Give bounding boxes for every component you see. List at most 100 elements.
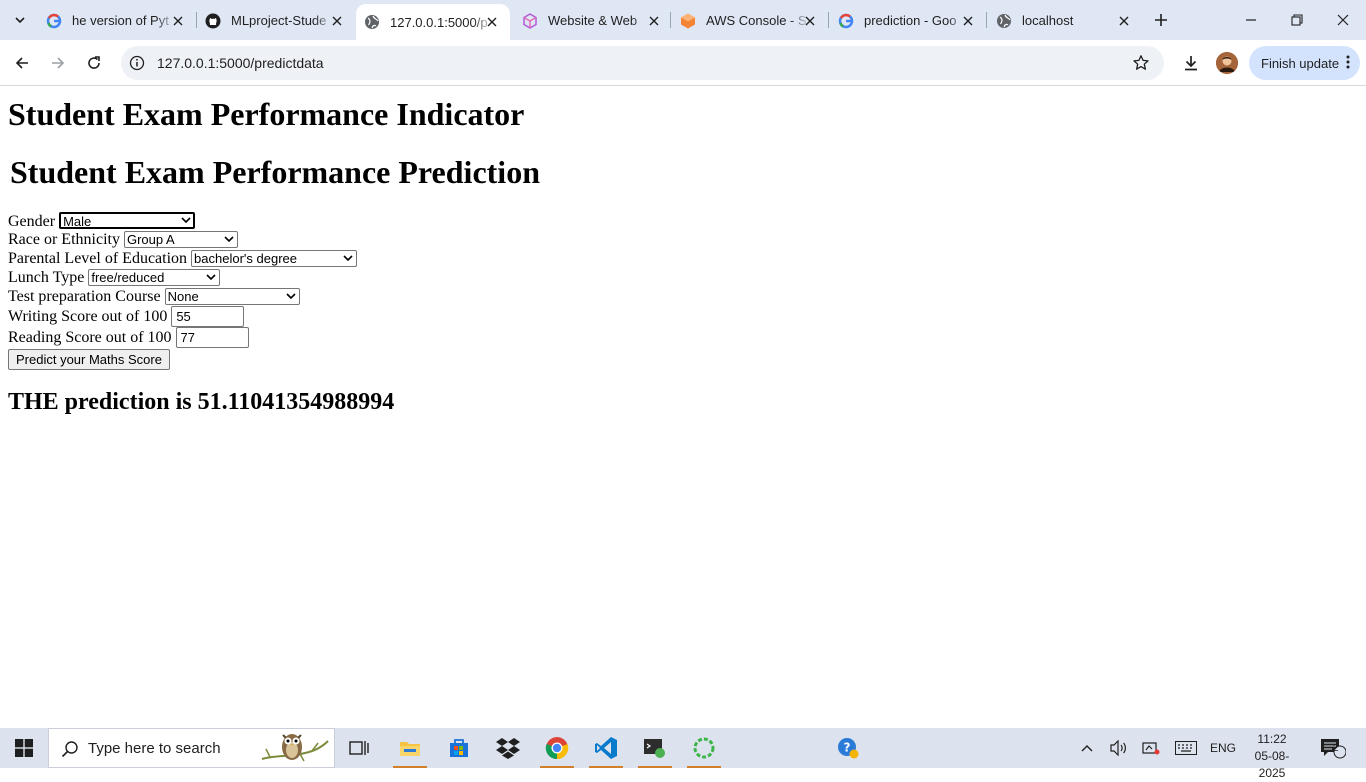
tab-title: he version of Pyt — [72, 13, 169, 28]
page-content: Student Exam Performance Indicator Stude… — [0, 87, 1366, 728]
tab-google-python[interactable]: he version of Pyt — [38, 5, 196, 36]
lunch-select[interactable]: free/reduced — [88, 269, 221, 286]
windows-taskbar: Type here to search ? ENG 11:22 05-08-20… — [0, 728, 1366, 780]
owl-illustration-icon — [261, 734, 329, 762]
reading-score-input[interactable] — [175, 327, 249, 348]
bookmark-star-icon[interactable] — [1132, 54, 1150, 72]
predict-button[interactable]: Predict your Maths Score — [8, 349, 170, 370]
minimize-button[interactable] — [1228, 0, 1274, 40]
show-hidden-icons-button[interactable] — [1076, 728, 1098, 768]
vscode-app[interactable] — [583, 728, 629, 768]
chrome-icon — [545, 737, 569, 760]
restore-button[interactable] — [1274, 0, 1320, 40]
github-icon — [205, 13, 221, 29]
tab-title: localhost — [1022, 13, 1074, 28]
language-indicator[interactable]: ENG — [1207, 728, 1239, 768]
ethnicity-select-wrap: Group A — [123, 231, 238, 249]
avatar[interactable] — [1216, 52, 1238, 74]
tab-title: AWS Console - S — [706, 13, 807, 28]
task-view-button[interactable] — [336, 728, 382, 768]
new-tab-button[interactable] — [1149, 8, 1173, 32]
back-button[interactable] — [8, 49, 36, 77]
close-icon — [1337, 14, 1349, 26]
search-icon — [61, 741, 78, 758]
task-view-icon — [349, 741, 369, 755]
reading-score-label: Reading Score out of 100 — [8, 328, 172, 346]
help-icon: ? — [838, 738, 859, 759]
keyboard-button[interactable] — [1172, 728, 1200, 768]
browser-tab-strip: he version of Pyt MLproject-Stude 127.0.… — [0, 0, 1366, 40]
parental-education-select[interactable]: bachelor's degree — [191, 250, 358, 267]
volume-button[interactable] — [1107, 728, 1131, 768]
speaker-icon — [1110, 740, 1126, 756]
writing-score-row: Writing Score out of 100 — [8, 306, 245, 327]
writing-score-label: Writing Score out of 100 — [8, 307, 168, 325]
help-app[interactable]: ? — [825, 728, 871, 768]
tab-website-web[interactable]: Website & Web — [514, 5, 672, 36]
terminal-app[interactable] — [632, 728, 678, 768]
close-icon[interactable] — [646, 13, 662, 29]
finish-update-button[interactable]: Finish update — [1249, 46, 1360, 80]
tab-predictdata[interactable]: 127.0.0.1:5000/p — [356, 4, 510, 40]
globe-icon — [364, 14, 380, 30]
reading-score-row: Reading Score out of 100 — [8, 327, 249, 348]
chevron-down-icon — [15, 17, 25, 24]
close-icon[interactable] — [170, 13, 186, 29]
microsoft-store-app[interactable] — [436, 728, 482, 768]
search-placeholder: Type here to search — [88, 740, 221, 757]
writing-score-input[interactable] — [171, 306, 245, 327]
downloads-button[interactable] — [1179, 51, 1203, 75]
keyboard-icon — [1175, 741, 1197, 755]
taskbar-search-box[interactable]: Type here to search — [48, 728, 335, 768]
network-button[interactable] — [1139, 728, 1163, 768]
minimize-icon — [1246, 19, 1256, 21]
spinner-app[interactable] — [681, 728, 727, 768]
svg-text:?: ? — [844, 741, 851, 755]
start-button[interactable] — [0, 728, 48, 768]
close-icon[interactable] — [484, 14, 500, 30]
reload-button[interactable] — [80, 49, 108, 77]
tab-search-button[interactable] — [6, 6, 34, 34]
close-icon[interactable] — [329, 13, 345, 29]
tab-aws-console[interactable]: AWS Console - S — [672, 5, 828, 36]
address-bar[interactable]: 127.0.0.1:5000/predictdata — [121, 46, 1164, 80]
tab-title: MLproject-Stude — [231, 13, 327, 28]
tab-title: 127.0.0.1:5000/p — [390, 14, 488, 30]
close-icon[interactable] — [960, 13, 976, 29]
lunch-select-wrap: free/reduced — [88, 269, 221, 287]
tab-github-mlproject[interactable]: MLproject-Stude — [197, 5, 355, 36]
google-icon — [46, 13, 62, 29]
url-text[interactable]: 127.0.0.1:5000/predictdata — [157, 55, 324, 71]
close-icon[interactable] — [802, 13, 818, 29]
chevron-up-icon — [1081, 745, 1093, 752]
notifications-button[interactable]: 2 — [1316, 728, 1350, 768]
gender-select-wrap: Male — [59, 212, 196, 231]
test-prep-row: Test preparation Course None — [8, 288, 300, 306]
ethnicity-select[interactable]: Group A — [123, 231, 238, 248]
forward-button[interactable] — [44, 49, 72, 77]
info-icon[interactable] — [129, 55, 145, 71]
clock[interactable]: 11:22 05-08-2025 — [1243, 731, 1301, 782]
ethnicity-label: Race or Ethnicity — [8, 231, 120, 248]
store-bag-icon — [450, 739, 468, 757]
globe-icon — [996, 13, 1012, 29]
test-prep-select[interactable]: None — [164, 288, 300, 305]
aws-icon — [680, 13, 696, 29]
terminal-icon — [644, 739, 665, 758]
close-icon[interactable] — [1116, 13, 1132, 29]
clock-date: 05-08-2025 — [1254, 749, 1290, 780]
close-window-button[interactable] — [1320, 0, 1366, 40]
notification-count: 2 — [1333, 743, 1339, 754]
tab-google-prediction[interactable]: prediction - Goo — [830, 5, 986, 36]
chrome-app[interactable] — [534, 728, 580, 768]
gender-select[interactable]: Male — [59, 212, 196, 229]
file-explorer-app[interactable] — [387, 728, 433, 768]
parental-education-label: Parental Level of Education — [8, 250, 188, 267]
finish-update-label: Finish update — [1261, 55, 1340, 71]
tab-separator — [986, 12, 987, 28]
dropbox-app[interactable] — [485, 728, 531, 768]
tab-localhost[interactable]: localhost — [988, 5, 1142, 36]
test-prep-select-wrap: None — [164, 288, 300, 306]
windows-logo-icon — [15, 739, 33, 757]
network-icon — [1142, 742, 1160, 755]
